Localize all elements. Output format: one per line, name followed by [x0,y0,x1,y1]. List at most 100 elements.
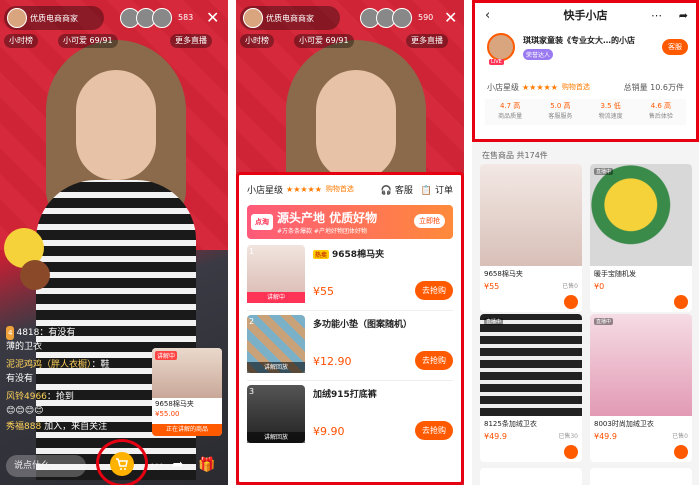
nav-bar: ‹ 快手小店 ⋯ ➦ [475,3,696,27]
goods-card[interactable]: 直播中 8125条加绒卫衣 ¥49.9 已售30 [480,314,582,462]
banner-title: 源头产地 优质好物 [277,211,378,225]
more-icon[interactable]: ⋯ [150,457,164,473]
buy-button[interactable]: 去抢购 [415,351,453,370]
item-index: 1 [249,247,255,256]
rating-stars: ★★★★★ [522,82,558,92]
live-tag: 直播中 [594,168,614,175]
add-cart-icon[interactable] [674,295,688,309]
metric-logistics: 3.5 低物流速度 [598,102,623,120]
viewer-avatar[interactable] [392,8,412,28]
avatar[interactable] [487,33,515,61]
item-title: 9658棉马夹 [332,250,385,260]
back-icon[interactable]: ‹ [485,8,490,23]
host-info[interactable]: 优质电商商家 [240,6,340,30]
stream-topbar: 优质电商商家 583 ✕ [0,2,228,32]
rating-stars: ★★★★★ [286,184,322,194]
highlight-circle [96,439,148,485]
goods-card[interactable] [480,468,582,485]
banner-go-button[interactable]: 立即抢 [414,214,445,228]
host-video [276,40,436,230]
sheet-header: 小店星级 ★★★★★ 购物首选 🎧 客服 📋 订单 [239,175,461,203]
buy-button[interactable]: 去抢购 [415,281,453,300]
product-name: 9658棉马夹 [155,400,194,408]
explaining-flag: 讲解中 [247,292,305,303]
more-live-tag[interactable]: 更多直播 [170,34,212,48]
more-icon[interactable]: ⋯ [651,9,662,22]
more-live-tag[interactable]: 更多直播 [406,34,448,48]
goods-card[interactable]: 9658棉马夹 ¥55 已售0 [480,164,582,312]
featured-product-card[interactable]: 讲解中 9658棉马夹 ¥55.00 正在讲解的商品 [152,348,222,436]
metric-aftersale: 4.6 高售后体验 [648,102,673,120]
avatar[interactable] [243,8,263,28]
live-tag: 直播中 [594,318,614,325]
goods-sold: 已售0 [562,283,578,290]
host-info[interactable]: 优质电商商家 [4,6,104,30]
viewer-count[interactable]: 583 [178,13,193,22]
goods-price: ¥0 [594,282,605,291]
banner-subtitle: #万条条爆款 #产地好物团体好物 [277,228,367,235]
goods-name: 8003时尚加绒卫衣 [594,420,654,428]
promo-banner[interactable]: 点淘 源头产地 优质好物 #万条条爆款 #产地好物团体好物 立即抢 [247,205,453,239]
rating-row: 小店星级 ★★★★★ 购物首选 总销量 10.6万件 [487,79,684,95]
goods-image [480,164,582,266]
chat-message: 秀福888 加入，来自关注 [6,422,108,432]
service-button[interactable]: 客服 [662,39,688,55]
item-price: ¥9.90 [313,425,345,438]
shop-metrics: 4.7 高商品质量 5.0 高客服服务 3.5 低物流速度 4.6 高售后体验 [485,99,686,125]
total-sales: 总销量 10.6万件 [623,82,684,92]
fan-group-tag[interactable]: 小可爱 69/91 [294,34,354,48]
service-button[interactable]: 🎧 客服 [381,183,413,196]
list-item[interactable]: 3 讲解回放 加绒915打底裤 ¥9.90 去抢购 [247,381,453,451]
banner-logo: 点淘 [251,214,273,230]
goods-card[interactable] [590,468,692,485]
close-icon[interactable]: ✕ [206,8,219,27]
now-explaining-label: 正在讲解的商品 [152,424,222,436]
shop-header: ‹ 快手小店 ⋯ ➦ LIVE 琪琪家童装《专业女大…的小店 荣誉达人 客服 小… [472,0,699,142]
goods-card[interactable]: 直播中 8003时尚加绒卫衣 ¥49.9 已售0 [590,314,692,462]
goods-card[interactable]: 直播中 暖手宝随机发 ¥0 [590,164,692,312]
chat-message: 有没有 [6,374,34,384]
goods-sold: 已售30 [558,433,578,440]
plush-toy [20,260,50,290]
order-button[interactable]: 📋 订单 [421,183,453,196]
host-name: 优质电商商家 [30,13,78,23]
add-cart-icon[interactable] [674,445,688,459]
hourly-rank-tag[interactable]: 小时榜 [240,34,274,48]
chat-message: 😊😊😊😊 [6,406,44,416]
item-title: 加绒915打底裤 [313,390,377,400]
list-item[interactable]: 1 讲解中 热卖 9658棉马夹 ¥55 去抢购 [247,241,453,311]
viewer-count[interactable]: 590 [418,13,433,22]
add-cart-icon[interactable] [564,295,578,309]
stream-bottombar: 说点什么 ⋯ ➦ 🎁 [0,439,228,485]
shop-tag: 购物首选 [561,83,590,91]
shop-page-panel: ‹ 快手小店 ⋯ ➦ LIVE 琪琪家童装《专业女大…的小店 荣誉达人 客服 小… [472,0,699,485]
hot-badge: 热卖 [313,250,330,259]
list-item[interactable]: 2 讲解回放 多功能小垫（图案随机） ¥12.90 去抢购 [247,311,453,381]
avatar[interactable] [7,8,27,28]
metric-service: 5.0 高客服服务 [548,102,573,120]
close-icon[interactable]: ✕ [444,8,457,27]
goods-name: 9658棉马夹 [484,270,523,278]
goods-name: 暖手宝随机发 [594,270,636,278]
add-cart-icon[interactable] [564,445,578,459]
live-badge: LIVE [489,59,504,65]
buy-button[interactable]: 去抢购 [415,421,453,440]
share-icon[interactable]: ➦ [679,9,688,22]
item-index: 2 [249,317,255,326]
comment-input[interactable]: 说点什么 [6,455,86,477]
honor-badge: 荣誉达人 [523,49,554,60]
chat-message: 4 4818：有没有 [6,326,76,340]
gift-icon[interactable]: 🎁 [198,457,215,473]
product-price: ¥55.00 [155,410,180,418]
share-icon[interactable]: ➦ [172,457,184,473]
replay-flag: 讲解回放 [247,362,305,373]
chat-message: 泥泥鸡鸡（胖人衣橱）：鞋 [6,360,110,370]
item-title: 多功能小垫（图案随机） [313,320,413,330]
shop-info: LIVE 琪琪家童装《专业女大…的小店 荣誉达人 客服 [475,31,696,75]
hourly-rank-tag[interactable]: 小时榜 [4,34,38,48]
explaining-badge: 讲解中 [155,351,178,360]
item-index: 3 [249,387,255,396]
fan-group-tag[interactable]: 小可爱 69/91 [58,34,118,48]
viewer-avatar[interactable] [152,8,172,28]
live-stream-panel: 优质电商商家 583 ✕ 小时榜 小可爱 69/91 更多直播 4 4818：有没… [0,0,228,485]
